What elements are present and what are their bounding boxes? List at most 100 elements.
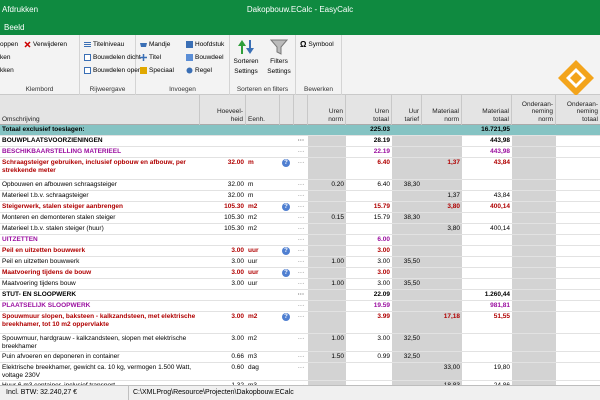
row-menu-dots[interactable]: ··· (294, 147, 308, 157)
cell-desc: Materieel t.b.v. schraagsteiger (2, 192, 89, 199)
info-cell[interactable] (280, 290, 294, 300)
info-cell[interactable] (280, 180, 294, 190)
info-icon[interactable]: ? (282, 313, 290, 321)
speciaal-button[interactable]: Speciaal (140, 65, 174, 76)
info-cell[interactable] (280, 257, 294, 267)
col-header-hoeveelheid[interactable]: Hoeveel- heid (200, 95, 246, 125)
cut-button[interactable]: kken (0, 65, 14, 76)
table-row[interactable]: PLAATSELIJK SLOOPWERK ··· 19.59 981,81 (0, 301, 600, 312)
table-row[interactable]: Steigerwerk, stalen steiger aanbrengen 10… (0, 202, 600, 213)
paste-button[interactable]: oppen (0, 39, 18, 50)
row-menu-dots[interactable]: ··· (294, 202, 308, 212)
col-header-omschrijving[interactable]: Omschrijving (0, 95, 200, 125)
row-menu-dots[interactable]: ··· (294, 158, 308, 179)
mandje-button[interactable]: Mandje (140, 39, 170, 50)
cell-mt: 400,14 (490, 225, 510, 232)
row-menu-dots[interactable]: ··· (294, 191, 308, 201)
cell-qty: 3.00 (231, 313, 244, 320)
info-cell[interactable]: ? (280, 312, 294, 333)
info-cell[interactable] (280, 363, 294, 380)
table-row[interactable]: Spouwmuur slopen, baksteen - kalkzandste… (0, 312, 600, 334)
col-header-uren-totaal[interactable]: Uren totaal (346, 95, 392, 125)
info-icon[interactable]: ? (282, 269, 290, 277)
cell-qty: 3.00 (231, 247, 244, 254)
col-header-eenheid[interactable]: Eenh. (246, 95, 280, 125)
symbool-button[interactable]: Ω Symbool (300, 39, 334, 50)
info-cell[interactable]: ? (280, 158, 294, 179)
col-header-onderaanneming-norm[interactable]: Onderaan- neming norm (512, 95, 556, 125)
cell-un (308, 301, 346, 311)
table-row[interactable]: UITZETTEN ··· 6.00 (0, 235, 600, 246)
copy-button[interactable]: ken (0, 52, 10, 63)
table-row[interactable]: Materieel t.b.v. stalen steiger (huur) 10… (0, 224, 600, 235)
info-cell[interactable]: ? (280, 246, 294, 256)
table-row[interactable]: Elektrische breekhamer, gewicht ca. 10 k… (0, 363, 600, 381)
table-row[interactable]: Schraagsteiger gebruiken, inclusief opbo… (0, 158, 600, 180)
titel-button[interactable]: Titel (140, 52, 161, 63)
info-cell[interactable] (280, 213, 294, 223)
cell-qty: 105.30 (224, 225, 244, 232)
table-row[interactable]: Totaal exclusief toeslagen: 225.03 16.721,… (0, 125, 600, 136)
info-cell[interactable] (280, 301, 294, 311)
row-menu-dots[interactable]: ··· (294, 352, 308, 362)
row-menu-dots[interactable]: ··· (294, 290, 308, 300)
col-header-materiaal-norm[interactable]: Materiaal norm (422, 95, 462, 125)
row-menu-dots[interactable]: ··· (294, 180, 308, 190)
cell-mn: 3,80 (422, 202, 462, 212)
row-menu-dots[interactable]: ··· (294, 268, 308, 278)
table-row[interactable]: Spouwmuur, hardgrauw - kalkzandsteen, sl… (0, 334, 600, 352)
row-menu-dots[interactable]: ··· (294, 363, 308, 380)
cell-mt: 16.721,95 (481, 126, 510, 133)
titelniveau-button[interactable]: Titelniveau (84, 39, 124, 50)
row-menu-dots[interactable]: ··· (294, 224, 308, 234)
info-cell[interactable] (280, 279, 294, 289)
table-row[interactable]: Opbouwen en afbouwen schraagsteiger 32.00… (0, 180, 600, 191)
table-row[interactable]: Monteren en demonteren stalen steiger 105… (0, 213, 600, 224)
row-menu-dots[interactable]: ··· (294, 334, 308, 351)
info-cell[interactable] (280, 352, 294, 362)
col-header-uur-tarief[interactable]: Uur tarief (392, 95, 422, 125)
row-menu-dots[interactable]: ··· (294, 246, 308, 256)
table-row[interactable]: BOUWPLAATSVOORZIENINGEN ··· 28.19 443,98 (0, 136, 600, 147)
filters-button[interactable]: Filters Settings (263, 38, 295, 75)
table-row[interactable]: Maatvoering tijdens bouw 3.00 uur ··· 1.00 3.… (0, 279, 600, 290)
row-menu-dots[interactable]: ··· (294, 213, 308, 223)
info-icon[interactable]: ? (282, 159, 290, 167)
delete-button[interactable]: Verwijderen (24, 39, 67, 50)
row-menu-dots[interactable]: ··· (294, 312, 308, 333)
info-cell[interactable] (280, 224, 294, 234)
regel-button[interactable]: Regel (186, 65, 212, 76)
info-cell[interactable] (280, 125, 294, 135)
info-cell[interactable]: ? (280, 202, 294, 212)
row-menu-dots[interactable]: ··· (294, 279, 308, 289)
table-row[interactable]: BESCHIKBAARSTELLING MATERIEEL ··· 22.19 443… (0, 147, 600, 158)
table-row[interactable]: Materieel t.b.v. schraagsteiger 32.00 m ···… (0, 191, 600, 202)
row-menu-dots[interactable]: ··· (294, 136, 308, 146)
row-menu-dots[interactable] (294, 125, 308, 135)
row-menu-dots[interactable]: ··· (294, 301, 308, 311)
table-row[interactable]: Peil en uitzetten bouwwerk 3.00 uur ··· 1.00… (0, 257, 600, 268)
row-menu-dots[interactable]: ··· (294, 257, 308, 267)
info-cell[interactable] (280, 191, 294, 201)
col-header-uren-norm[interactable]: Uren norm (308, 95, 346, 125)
col-header-onderaanneming-totaal[interactable]: Onderaan- neming totaal (556, 95, 600, 125)
info-icon[interactable]: ? (282, 247, 290, 255)
bouwdelen-dicht-button[interactable]: Bouwdelen dicht (84, 52, 141, 63)
bouwdelen-open-button[interactable]: Bouwdelen open (84, 65, 141, 76)
bouwdeel-button[interactable]: Bouwdeel (186, 52, 224, 63)
row-menu-dots[interactable]: ··· (294, 235, 308, 245)
info-cell[interactable] (280, 235, 294, 245)
info-icon[interactable]: ? (282, 203, 290, 211)
menu-beeld[interactable]: Beeld (4, 23, 24, 32)
hoofdstuk-button[interactable]: Hoofdstuk (186, 39, 224, 50)
sorteren-button[interactable]: Sorteren Settings (230, 38, 262, 75)
table-row[interactable]: Puin afvoeren en deponeren in container 0… (0, 352, 600, 363)
info-cell[interactable] (280, 136, 294, 146)
table-row[interactable]: Maatvoering tijdens de bouw 3.00 uur? ··· 3.… (0, 268, 600, 279)
info-cell[interactable]: ? (280, 268, 294, 278)
table-row[interactable]: STUT- EN SLOOPWERK ··· 22.09 1.260,44 (0, 290, 600, 301)
info-cell[interactable] (280, 147, 294, 157)
info-cell[interactable] (280, 334, 294, 351)
col-header-materiaal-totaal[interactable]: Materiaal totaal (462, 95, 512, 125)
table-row[interactable]: Peil en uitzetten bouwwerk 3.00 uur? ··· 3.0… (0, 246, 600, 257)
